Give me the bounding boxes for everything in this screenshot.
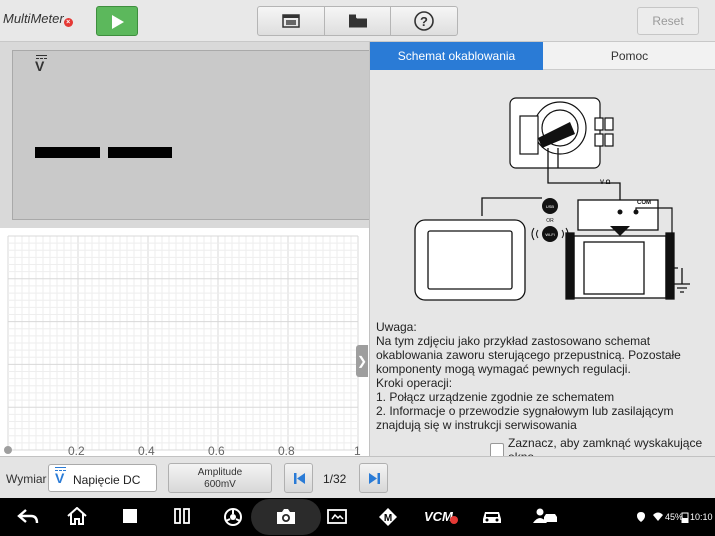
open-folder-button[interactable] (325, 7, 392, 35)
origin-marker (4, 446, 12, 454)
meter-readout: V (12, 50, 372, 220)
skip-last-icon (369, 473, 380, 484)
multimeter-screen: MultiMeter × ? Reset V 0.2 0.4 0.6 0.8 1… (0, 0, 715, 536)
next-page-button[interactable] (359, 463, 388, 493)
first-page-button[interactable] (284, 463, 313, 493)
chart-grid (4, 235, 359, 454)
measure-select[interactable]: V Napięcie DC (48, 464, 157, 492)
browser-icon[interactable] (223, 507, 243, 527)
location-icon (637, 512, 645, 522)
battery-icon (681, 512, 689, 523)
system-navigation-bar (0, 498, 715, 536)
window-icon (282, 14, 300, 28)
vehicle-icon[interactable] (481, 507, 503, 525)
or-label: OR (546, 218, 554, 224)
recent-apps-icon[interactable] (121, 507, 139, 525)
svg-text:VCM: VCM (424, 509, 454, 524)
app-title: MultiMeter × (3, 11, 73, 27)
play-icon (112, 15, 124, 29)
reading-dash (108, 147, 172, 158)
camera-icon[interactable] (275, 506, 297, 526)
tab-help[interactable]: Pomoc (543, 42, 715, 70)
tab-wiring-diagram[interactable]: Schemat okablowania (370, 42, 543, 70)
window-button[interactable] (258, 7, 325, 35)
wifi-label: Wi-Fi (545, 232, 554, 237)
wiring-diagram-image: V Ω USB OR Wi-Fi COM (414, 97, 690, 301)
folder-icon (348, 14, 367, 28)
play-button[interactable] (96, 6, 138, 36)
reset-button[interactable]: Reset (637, 7, 699, 35)
dc-voltage-icon: V (35, 55, 47, 74)
tool-button-group: ? (257, 6, 458, 36)
amplitude-button[interactable]: Amplitude 600mV (168, 463, 272, 493)
vcm-icon[interactable]: VCM (424, 507, 458, 525)
help-button[interactable]: ? (391, 7, 457, 35)
svg-text:M: M (384, 513, 392, 524)
help-icon: ? (414, 11, 434, 31)
home-icon[interactable] (67, 507, 87, 525)
skip-first-icon (294, 473, 305, 484)
v-ohm-label: V Ω (600, 180, 611, 186)
screenshot-icon[interactable] (326, 507, 348, 525)
com-label: COM (637, 200, 651, 206)
usb-label: USB (546, 204, 555, 209)
reading-dash (35, 147, 100, 158)
maxifix-icon[interactable]: M (378, 507, 398, 527)
page-indicator: 1/32 (323, 472, 347, 486)
remote-expert-icon[interactable] (532, 507, 558, 525)
dc-voltage-icon: V (55, 467, 66, 486)
waveform-chart[interactable] (0, 228, 369, 456)
clock: 10:10 (690, 512, 713, 522)
svg-text:?: ? (420, 14, 428, 29)
measure-label: Wymiar (6, 472, 47, 486)
panel-toggle-handle[interactable]: ❯ (356, 345, 368, 377)
top-toolbar: MultiMeter × ? Reset (0, 0, 715, 42)
wiring-note: Uwaga: Na tym zdjęciu jako przykład zast… (376, 320, 681, 432)
back-icon[interactable] (17, 507, 39, 525)
wifi-icon (653, 512, 663, 521)
close-app-icon[interactable]: × (63, 18, 73, 27)
split-screen-icon[interactable] (173, 507, 191, 525)
